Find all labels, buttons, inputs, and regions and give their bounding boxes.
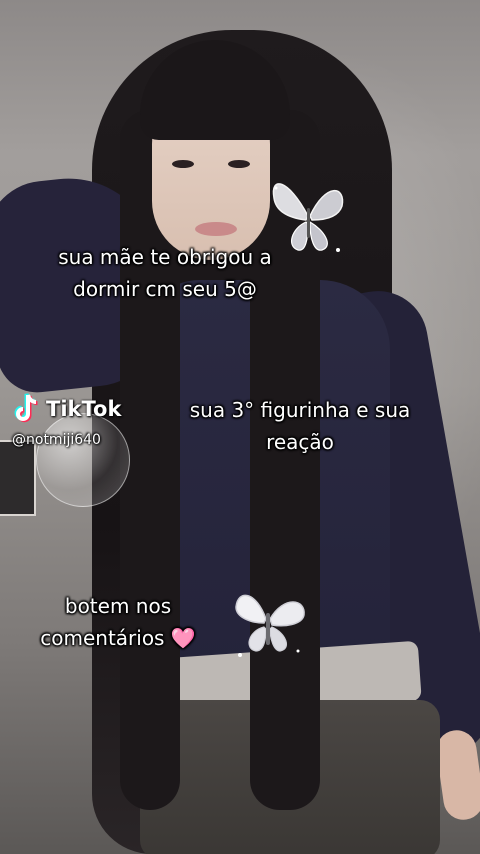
tiktok-watermark: TikTok	[12, 392, 121, 426]
caption-line: reação	[266, 430, 334, 454]
caption-line: botem nos	[64, 594, 172, 618]
caption-line: comentários 🩷	[18, 622, 218, 654]
caption-text: comentários	[40, 626, 165, 650]
caption-line: dormir cm seu 5@	[73, 277, 257, 301]
lips	[195, 222, 237, 236]
caption-top: sua mãe te obrigou a dormir cm seu 5@	[40, 241, 290, 305]
caption-bottom: botem nos comentários 🩷	[18, 590, 218, 654]
creator-handle: @notmiji640	[12, 432, 101, 448]
heart-icon: 🩷	[170, 626, 196, 650]
caption-middle: sua 3° figurinha e sua reação	[170, 394, 430, 458]
butterfly-icon	[235, 594, 305, 657]
bubble-sticker	[36, 413, 130, 507]
tiktok-brand-name: TikTok	[46, 397, 122, 421]
wall-poster	[0, 440, 36, 516]
caption-line: sua mãe te obrigou a	[58, 245, 272, 269]
eye	[228, 160, 250, 168]
video-frame: TikTok @notmiji640 sua mãe te obrigou a …	[0, 0, 480, 854]
tiktok-logo-icon	[14, 393, 38, 423]
caption-line: sua 3° figurinha e sua	[189, 398, 411, 422]
eye	[172, 160, 194, 168]
